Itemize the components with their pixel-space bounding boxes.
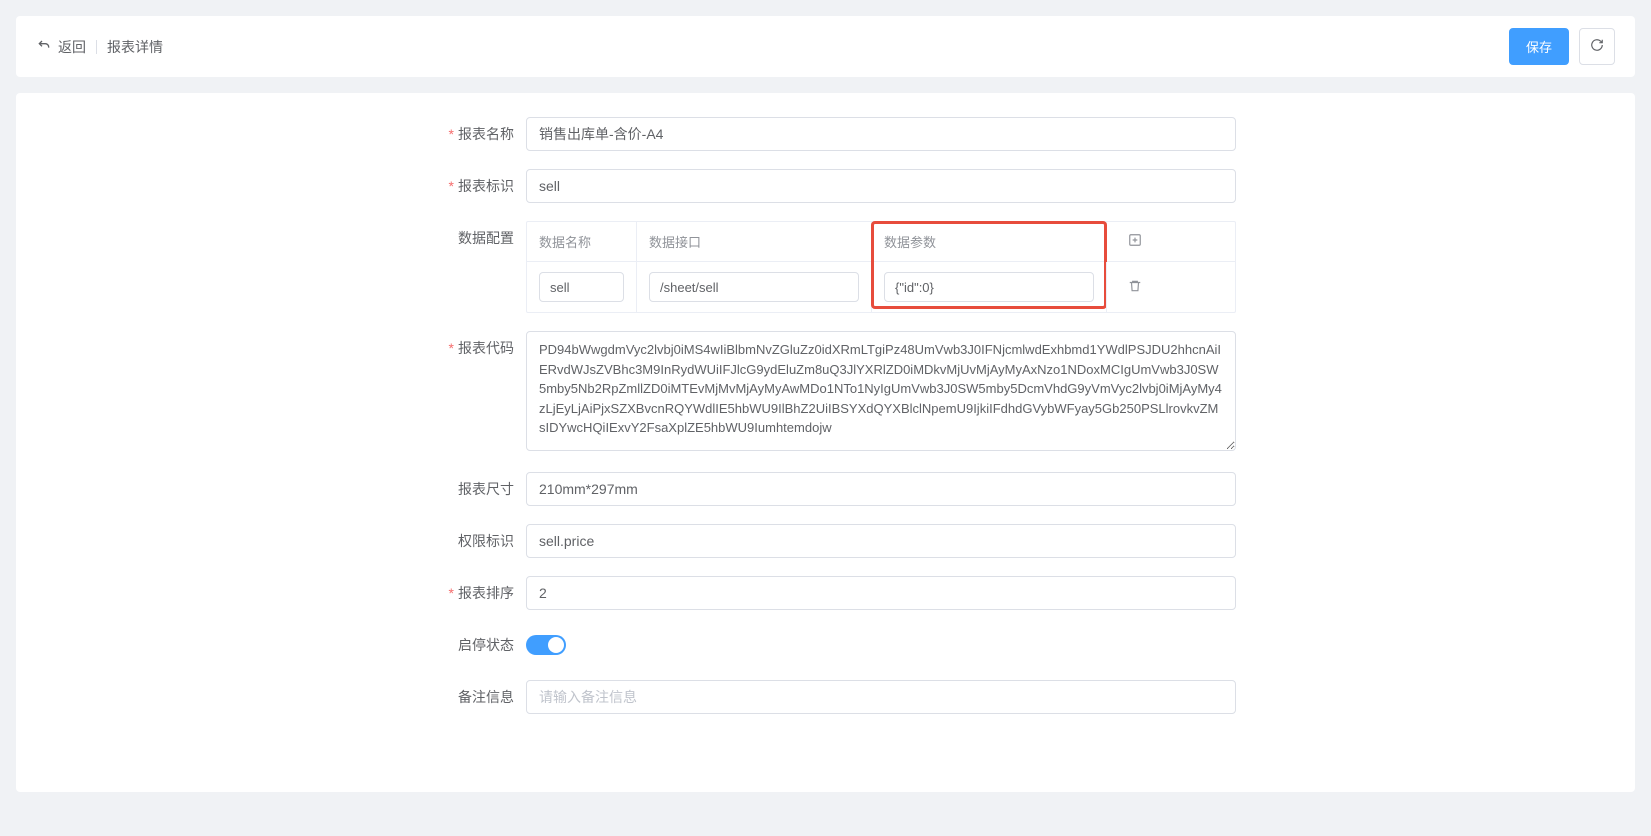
refresh-icon [1590,38,1604,55]
back-button[interactable]: 返回 [36,37,86,57]
cfg-name-input[interactable] [539,272,624,302]
cfg-params-input[interactable] [884,272,1094,302]
add-row-button[interactable] [1128,233,1142,250]
label-permission: 权限标识 [436,524,526,558]
save-label: 保存 [1526,37,1552,56]
report-code-textarea[interactable]: PD94bWwgdmVyc2lvbj0iMS4wIiBlbmNvZGluZz0i… [526,331,1236,451]
cfg-header-name: 数据名称 [527,222,637,261]
label-data-config: 数据配置 [436,221,526,255]
refresh-button[interactable] [1579,28,1615,65]
label-status: 启停状态 [436,628,526,662]
remark-input[interactable] [526,680,1236,714]
divider [96,40,97,54]
label-report-identifier: 报表标识 [436,169,526,203]
report-identifier-input[interactable] [526,169,1236,203]
cfg-header-params: 数据参数 [872,222,1107,261]
label-sort: 报表排序 [436,576,526,610]
cfg-api-input[interactable] [649,272,859,302]
report-size-input[interactable] [526,472,1236,506]
trash-icon [1128,279,1142,296]
save-button[interactable]: 保存 [1509,28,1569,65]
page-title: 报表详情 [107,37,163,57]
page-header: 返回 报表详情 保存 [16,16,1635,77]
back-label: 返回 [58,37,86,57]
label-report-code: 报表代码 [436,331,526,365]
data-config-table: 数据名称 数据接口 数据参数 [526,221,1236,313]
sort-input[interactable] [526,576,1236,610]
label-remark: 备注信息 [436,680,526,714]
plus-square-icon [1128,233,1142,250]
undo-icon [36,37,52,56]
permission-input[interactable] [526,524,1236,558]
label-report-size: 报表尺寸 [436,472,526,506]
form-card: 报表名称 报表标识 数据配置 数据名称 数据接口 [16,93,1635,792]
status-switch[interactable] [526,635,566,655]
delete-row-button[interactable] [1128,279,1142,296]
label-report-name: 报表名称 [436,117,526,151]
report-name-input[interactable] [526,117,1236,151]
cfg-header-api: 数据接口 [637,222,872,261]
